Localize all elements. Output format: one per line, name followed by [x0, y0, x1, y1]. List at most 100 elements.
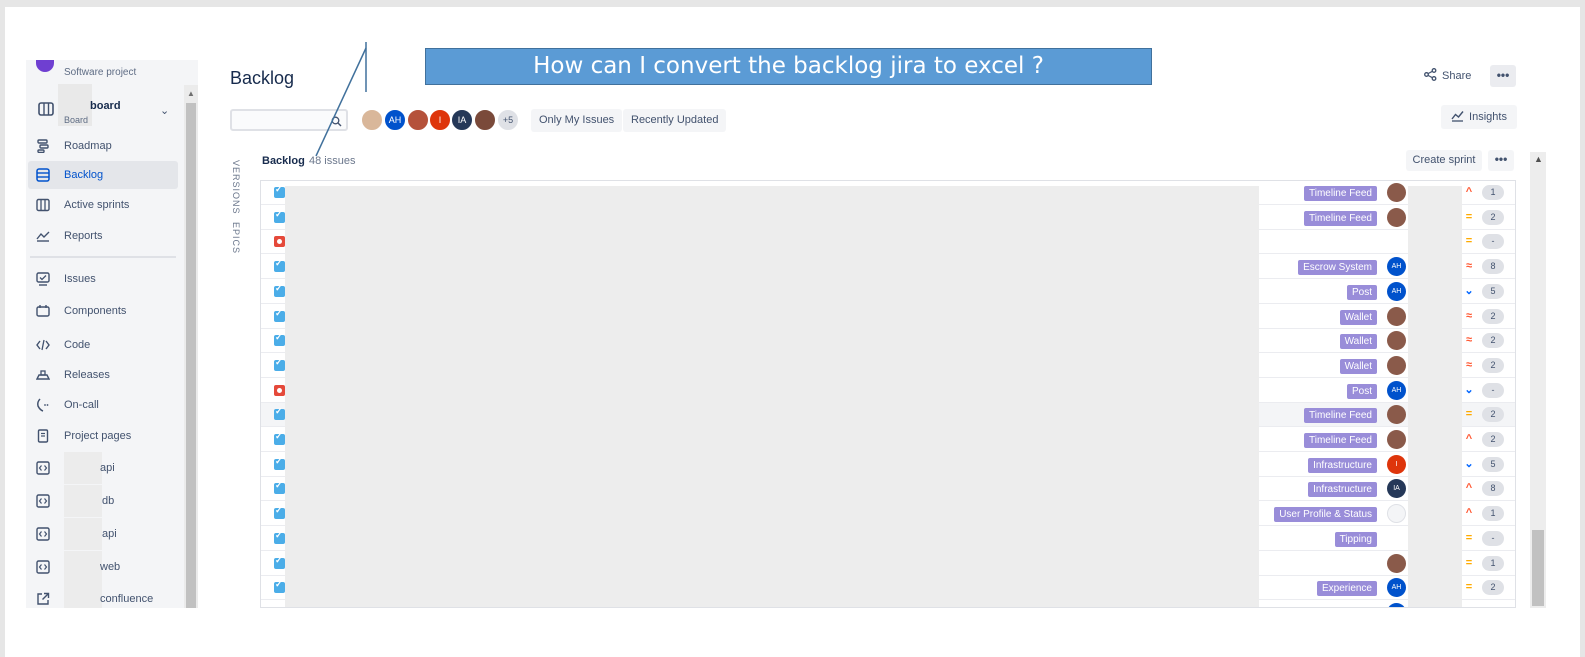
epic-label[interactable]: Post — [1346, 383, 1377, 399]
epic-label[interactable]: Wallet — [1339, 334, 1377, 350]
project-type-label: Software project — [64, 67, 137, 78]
story-points-badge: 1 — [1482, 185, 1504, 200]
story-points-badge: 2 — [1482, 333, 1504, 349]
assignee-avatar[interactable]: AH — [1387, 380, 1406, 400]
assignee-avatar[interactable]: AH — [1387, 602, 1406, 607]
assignee-avatar[interactable] — [1387, 183, 1406, 202]
assignee-avatar[interactable]: AH — [1387, 578, 1406, 598]
sidebar-item-repo-api-2[interactable]: api — [28, 518, 178, 550]
assignee-avatar[interactable] — [1387, 430, 1406, 449]
more-actions-button[interactable]: ••• — [1490, 65, 1516, 87]
priority-low-icon: ⌄ — [1464, 383, 1474, 396]
assignee-avatar[interactable] — [1387, 207, 1406, 227]
sidebar-item-active-sprints[interactable]: Active sprints — [28, 191, 178, 219]
assignee-filter-avatar[interactable]: +5 — [496, 108, 520, 132]
assignee-filter-avatar[interactable]: I — [428, 108, 452, 132]
issues-icon — [36, 272, 50, 286]
epic-label[interactable]: Wallet — [1339, 358, 1377, 374]
sidebar-item-confluence[interactable]: confluence — [28, 583, 178, 608]
assignee-avatar[interactable]: AH — [1387, 281, 1406, 301]
project-sidebar: Software project board Board ⌄ Roadmap B… — [26, 60, 198, 608]
story-points-badge: 2 — [1482, 209, 1504, 225]
assignee-avatar[interactable] — [1387, 405, 1406, 425]
sidebar-item-repo-api[interactable]: api — [28, 452, 178, 484]
epics-tab[interactable]: EPICS — [231, 222, 241, 254]
assignee-filter-avatar[interactable] — [360, 108, 384, 132]
priority-highest-icon: ≈ — [1465, 309, 1473, 322]
epic-label[interactable]: Timeline Feed — [1304, 186, 1377, 201]
scrollbar-thumb[interactable] — [186, 103, 196, 608]
assignee-avatar[interactable] — [1387, 355, 1406, 375]
epic-label[interactable]: Experience — [1316, 581, 1377, 597]
page-title: Backlog — [230, 68, 295, 88]
backlog-issue-count: 48 issues — [309, 155, 356, 167]
assignee-filter-avatar[interactable]: AH — [383, 108, 407, 132]
sidebar-item-code[interactable]: Code — [28, 331, 178, 359]
epic-label[interactable]: Post — [1346, 284, 1377, 300]
story-points-badge: 2 — [1482, 308, 1504, 324]
board-icon — [38, 102, 54, 121]
scroll-up-arrow-icon[interactable]: ▲ — [1534, 154, 1543, 164]
assignee-avatar[interactable] — [1387, 504, 1406, 524]
epic-label[interactable]: User Profile & Status — [1274, 507, 1377, 523]
chevron-down-icon[interactable]: ⌄ — [160, 104, 169, 117]
repo-icon — [36, 461, 50, 475]
bug-type-icon — [274, 236, 285, 248]
assignee-avatar[interactable] — [1387, 306, 1406, 326]
only-my-issues-button[interactable]: Only My Issues — [531, 109, 623, 132]
epic-label[interactable]: Infrastructure — [1308, 457, 1377, 473]
epic-label[interactable]: Infrastructure — [1308, 482, 1377, 498]
backlog-more-button[interactable]: ••• — [1488, 150, 1514, 171]
sidebar-item-project-pages[interactable]: Project pages — [28, 422, 178, 450]
assignee-avatar[interactable] — [1387, 331, 1406, 351]
share-button[interactable]: Share — [1424, 66, 1471, 86]
epic-label[interactable]: Timeline Feed — [1304, 210, 1377, 226]
story-type-icon — [274, 604, 285, 607]
sidebar-item-components[interactable]: Components — [28, 297, 178, 325]
sidebar-item-releases[interactable]: Releases — [28, 361, 178, 389]
main-scrollbar[interactable]: ▲ — [1530, 152, 1546, 608]
epic-label[interactable]: Escrow System — [1298, 260, 1377, 276]
epic-label[interactable]: Timeline Feed — [1304, 433, 1377, 448]
sidebar-item-backlog[interactable]: Backlog — [28, 161, 178, 189]
backlog-icon — [36, 168, 50, 182]
board-selector[interactable]: board Board ⌄ — [30, 84, 178, 128]
story-type-icon — [274, 406, 285, 421]
versions-tab[interactable]: VERSIONS — [231, 160, 241, 215]
releases-icon — [35, 368, 51, 382]
epic-label[interactable]: Tipping — [1334, 531, 1377, 547]
story-points-badge: 1 — [1482, 506, 1504, 522]
sidebar-item-repo-db[interactable]: db — [28, 485, 178, 517]
project-avatar[interactable] — [36, 60, 54, 72]
sidebar-item-roadmap[interactable]: Roadmap — [28, 132, 178, 160]
assignee-avatar[interactable] — [1387, 553, 1406, 573]
priority-low-icon: ⌄ — [1464, 457, 1474, 470]
sidebar-scrollbar[interactable]: ▲ — [184, 85, 198, 608]
insights-button[interactable]: Insights — [1441, 105, 1517, 129]
search-input[interactable] — [230, 109, 348, 131]
story-type-icon — [274, 505, 285, 520]
backlog-section-title[interactable]: Backlog — [262, 155, 305, 167]
sidebar-item-issues[interactable]: Issues — [28, 265, 178, 293]
scrollbar-thumb[interactable] — [1532, 530, 1544, 606]
assignee-avatar[interactable]: IA — [1387, 479, 1406, 499]
redaction-block — [64, 485, 102, 517]
sidebar-item-repo-web[interactable]: web — [28, 551, 178, 583]
epic-label[interactable]: Timeline Feed — [1304, 408, 1377, 424]
assignee-avatar[interactable]: I — [1387, 454, 1406, 474]
create-sprint-button[interactable]: Create sprint — [1406, 150, 1482, 171]
insights-icon — [1451, 110, 1464, 125]
priority-medium-icon: = — [1465, 556, 1473, 569]
assignee-filter-avatar[interactable]: IA — [450, 108, 474, 132]
epic-label[interactable]: Wallet — [1339, 309, 1377, 325]
recently-updated-button[interactable]: Recently Updated — [623, 109, 727, 132]
assignee-avatar[interactable]: AH — [1387, 257, 1406, 277]
scroll-up-arrow-icon[interactable]: ▲ — [187, 89, 195, 98]
sidebar-item-label: web — [100, 561, 121, 573]
story-points-badge: 5 — [1482, 456, 1504, 472]
sidebar-item-on-call[interactable]: On-call — [28, 391, 178, 419]
assignee-filter-avatar[interactable] — [473, 108, 497, 132]
on-call-icon — [36, 398, 50, 412]
assignee-filter-avatar[interactable] — [406, 108, 430, 132]
sidebar-item-reports[interactable]: Reports — [28, 222, 178, 250]
